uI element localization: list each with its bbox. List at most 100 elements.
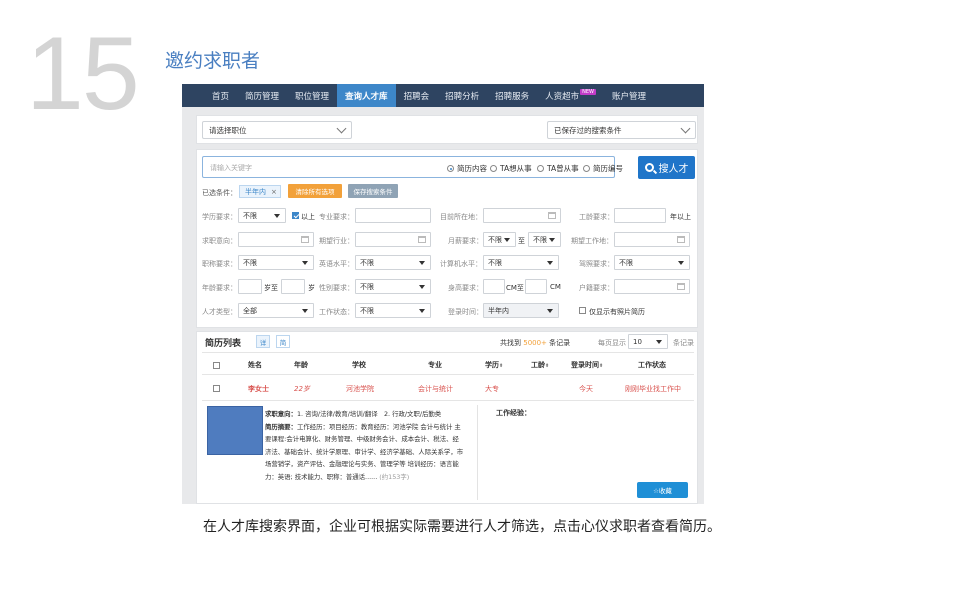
height-label: 身高要求： <box>448 284 483 292</box>
row-age: 22岁 <box>294 385 310 393</box>
col-age: 年龄 <box>294 361 308 369</box>
save-conditions-button[interactable]: 保存搜索条件 <box>348 184 398 198</box>
experience-label: 工龄要求： <box>579 213 614 221</box>
nav-item-recruit-analysis[interactable]: 招聘分析 <box>437 84 487 107</box>
photo-only-checkbox[interactable] <box>579 307 586 314</box>
intent-input[interactable] <box>238 232 314 247</box>
divider <box>477 405 478 500</box>
above-checkbox[interactable] <box>292 212 299 219</box>
salary-to-label: 至 <box>518 237 525 245</box>
height-from-input[interactable] <box>483 279 505 294</box>
scope-radio-want-to-do[interactable]: TA想从事 <box>490 163 532 174</box>
chevron-down-icon <box>680 123 691 134</box>
gender-select[interactable]: 不限 <box>355 279 431 294</box>
char-count: (约153字) <box>379 472 410 481</box>
divider <box>202 374 694 375</box>
saved-conditions-select[interactable]: 已保存过的搜索条件 <box>547 121 696 139</box>
work-status-label: 工作状态： <box>319 308 354 316</box>
computer-select[interactable]: 不限 <box>483 255 559 270</box>
work-status-select[interactable]: 不限 <box>355 303 431 318</box>
work-place-input[interactable] <box>614 232 690 247</box>
select-all-checkbox[interactable] <box>213 362 220 369</box>
row-name[interactable]: 李女士 <box>248 384 269 394</box>
scope-radio-have-done[interactable]: TA曾从事 <box>537 163 579 174</box>
salary-to-select[interactable]: 不限 <box>528 232 561 247</box>
avatar[interactable] <box>207 406 263 455</box>
nav-item-job-fair[interactable]: 招聘会 <box>396 84 438 107</box>
clear-all-button[interactable]: 清除所有选项 <box>288 184 342 198</box>
col-login-time[interactable]: 登录时间⬍ <box>571 360 603 370</box>
nav-item-account[interactable]: 账户管理 <box>604 84 654 107</box>
nav-item-home[interactable]: 首页 <box>204 84 237 107</box>
height-suffix: CM <box>550 283 561 291</box>
title-select[interactable]: 不限 <box>238 255 314 270</box>
keyword-search-input[interactable]: 请输入关键字 简历内容 TA想从事 TA曾从事 简历编号 <box>202 156 623 178</box>
picker-icon <box>677 283 685 290</box>
favorite-button[interactable]: ☆收藏 <box>637 482 688 498</box>
per-page-suffix: 条记录 <box>673 339 694 347</box>
divider <box>202 400 694 401</box>
chevron-down-icon <box>336 123 347 134</box>
salary-label: 月薪要求： <box>448 237 483 245</box>
salary-from-select[interactable]: 不限 <box>483 232 516 247</box>
results-title: 简历列表 <box>205 339 242 349</box>
age-from-input[interactable] <box>238 279 262 294</box>
english-label: 英语水平： <box>319 260 354 268</box>
scope-radio-resume-id[interactable]: 简历编号 <box>583 163 623 174</box>
title-label: 职称要求： <box>202 260 237 268</box>
row-school: 河池学院 <box>346 385 374 393</box>
age-suffix: 岁 <box>308 284 315 292</box>
intent-label: 求职意向： <box>202 237 237 245</box>
col-work-status: 工作状态 <box>638 361 666 369</box>
picker-icon <box>677 236 685 243</box>
resume-detail: 求职意向：1. 咨询/法律/教育/培训/翻译 2. 行政/文职/后勤类 简历摘要… <box>265 408 465 484</box>
remove-chip-icon[interactable]: × <box>271 188 277 196</box>
location-input[interactable] <box>483 208 561 223</box>
radio-icon <box>490 165 497 172</box>
col-education[interactable]: 学历⬍ <box>485 360 503 370</box>
row-login-time: 今天 <box>579 385 593 393</box>
search-icon <box>644 163 654 172</box>
radio-selected-icon <box>447 165 454 172</box>
nav-item-talent-search[interactable]: 查询人才库 <box>337 84 396 107</box>
sort-icon: ⬍ <box>499 363 504 369</box>
major-input[interactable] <box>355 208 431 223</box>
nav-item-resume-management[interactable]: 简历管理 <box>237 84 287 107</box>
slide-title: 邀约求职者 <box>165 50 261 72</box>
driving-select[interactable]: 不限 <box>614 255 690 270</box>
intent-detail-label: 求职意向： <box>265 410 297 418</box>
slide-caption: 在人才库搜索界面，企业可根据实际需要进行人才筛选，点击心仪求职者查看简历。 <box>203 519 721 535</box>
nav-item-hr-market[interactable]: 人资超市 NEW <box>537 84 604 107</box>
scope-radio-resume-content[interactable]: 简历内容 <box>447 163 487 174</box>
major-label: 专业要求： <box>319 213 354 221</box>
condition-chip[interactable]: 半年内 × <box>239 185 281 198</box>
height-to-input[interactable] <box>525 279 547 294</box>
english-select[interactable]: 不限 <box>355 255 431 270</box>
screenshot-frame: 首页 简历管理 职位管理 查询人才库 招聘会 招聘分析 招聘服务 人资超市 NEW… <box>182 84 704 504</box>
talent-type-select[interactable]: 全部 <box>238 303 314 318</box>
talent-type-label: 人才类型： <box>202 308 237 316</box>
position-select[interactable]: 请选择职位 <box>202 121 352 139</box>
search-placeholder: 请输入关键字 <box>210 164 252 172</box>
found-count-text: 共找到 5000+ 条记录 <box>500 339 571 347</box>
brief-view-button[interactable]: 简 <box>276 335 290 348</box>
industry-input[interactable] <box>355 232 431 247</box>
login-time-select[interactable]: 半年内 <box>483 303 559 318</box>
education-select[interactable]: 不限 <box>238 208 286 223</box>
age-to-input[interactable] <box>281 279 305 294</box>
photo-only-label: 仅显示有照片简历 <box>589 308 645 316</box>
col-school: 学校 <box>352 361 366 369</box>
age-mid-label: 岁至 <box>264 284 278 292</box>
nav-item-recruit-service[interactable]: 招聘服务 <box>487 84 537 107</box>
search-talent-button[interactable]: 搜人才 <box>638 156 695 179</box>
nav-item-position-management[interactable]: 职位管理 <box>287 84 337 107</box>
intent-detail-text: 1. 咨询/法律/教育/培训/翻译 2. 行政/文职/后勤类 <box>296 410 442 418</box>
new-badge: NEW <box>580 88 596 95</box>
row-checkbox[interactable] <box>213 385 220 392</box>
detail-view-button[interactable]: 详 <box>256 335 270 348</box>
hukou-input[interactable] <box>614 279 690 294</box>
experience-input[interactable] <box>614 208 666 223</box>
col-seniority[interactable]: 工龄⬍ <box>531 360 549 370</box>
work-experience-label: 工作经验： <box>496 409 531 417</box>
per-page-select[interactable]: 10 <box>628 334 668 349</box>
